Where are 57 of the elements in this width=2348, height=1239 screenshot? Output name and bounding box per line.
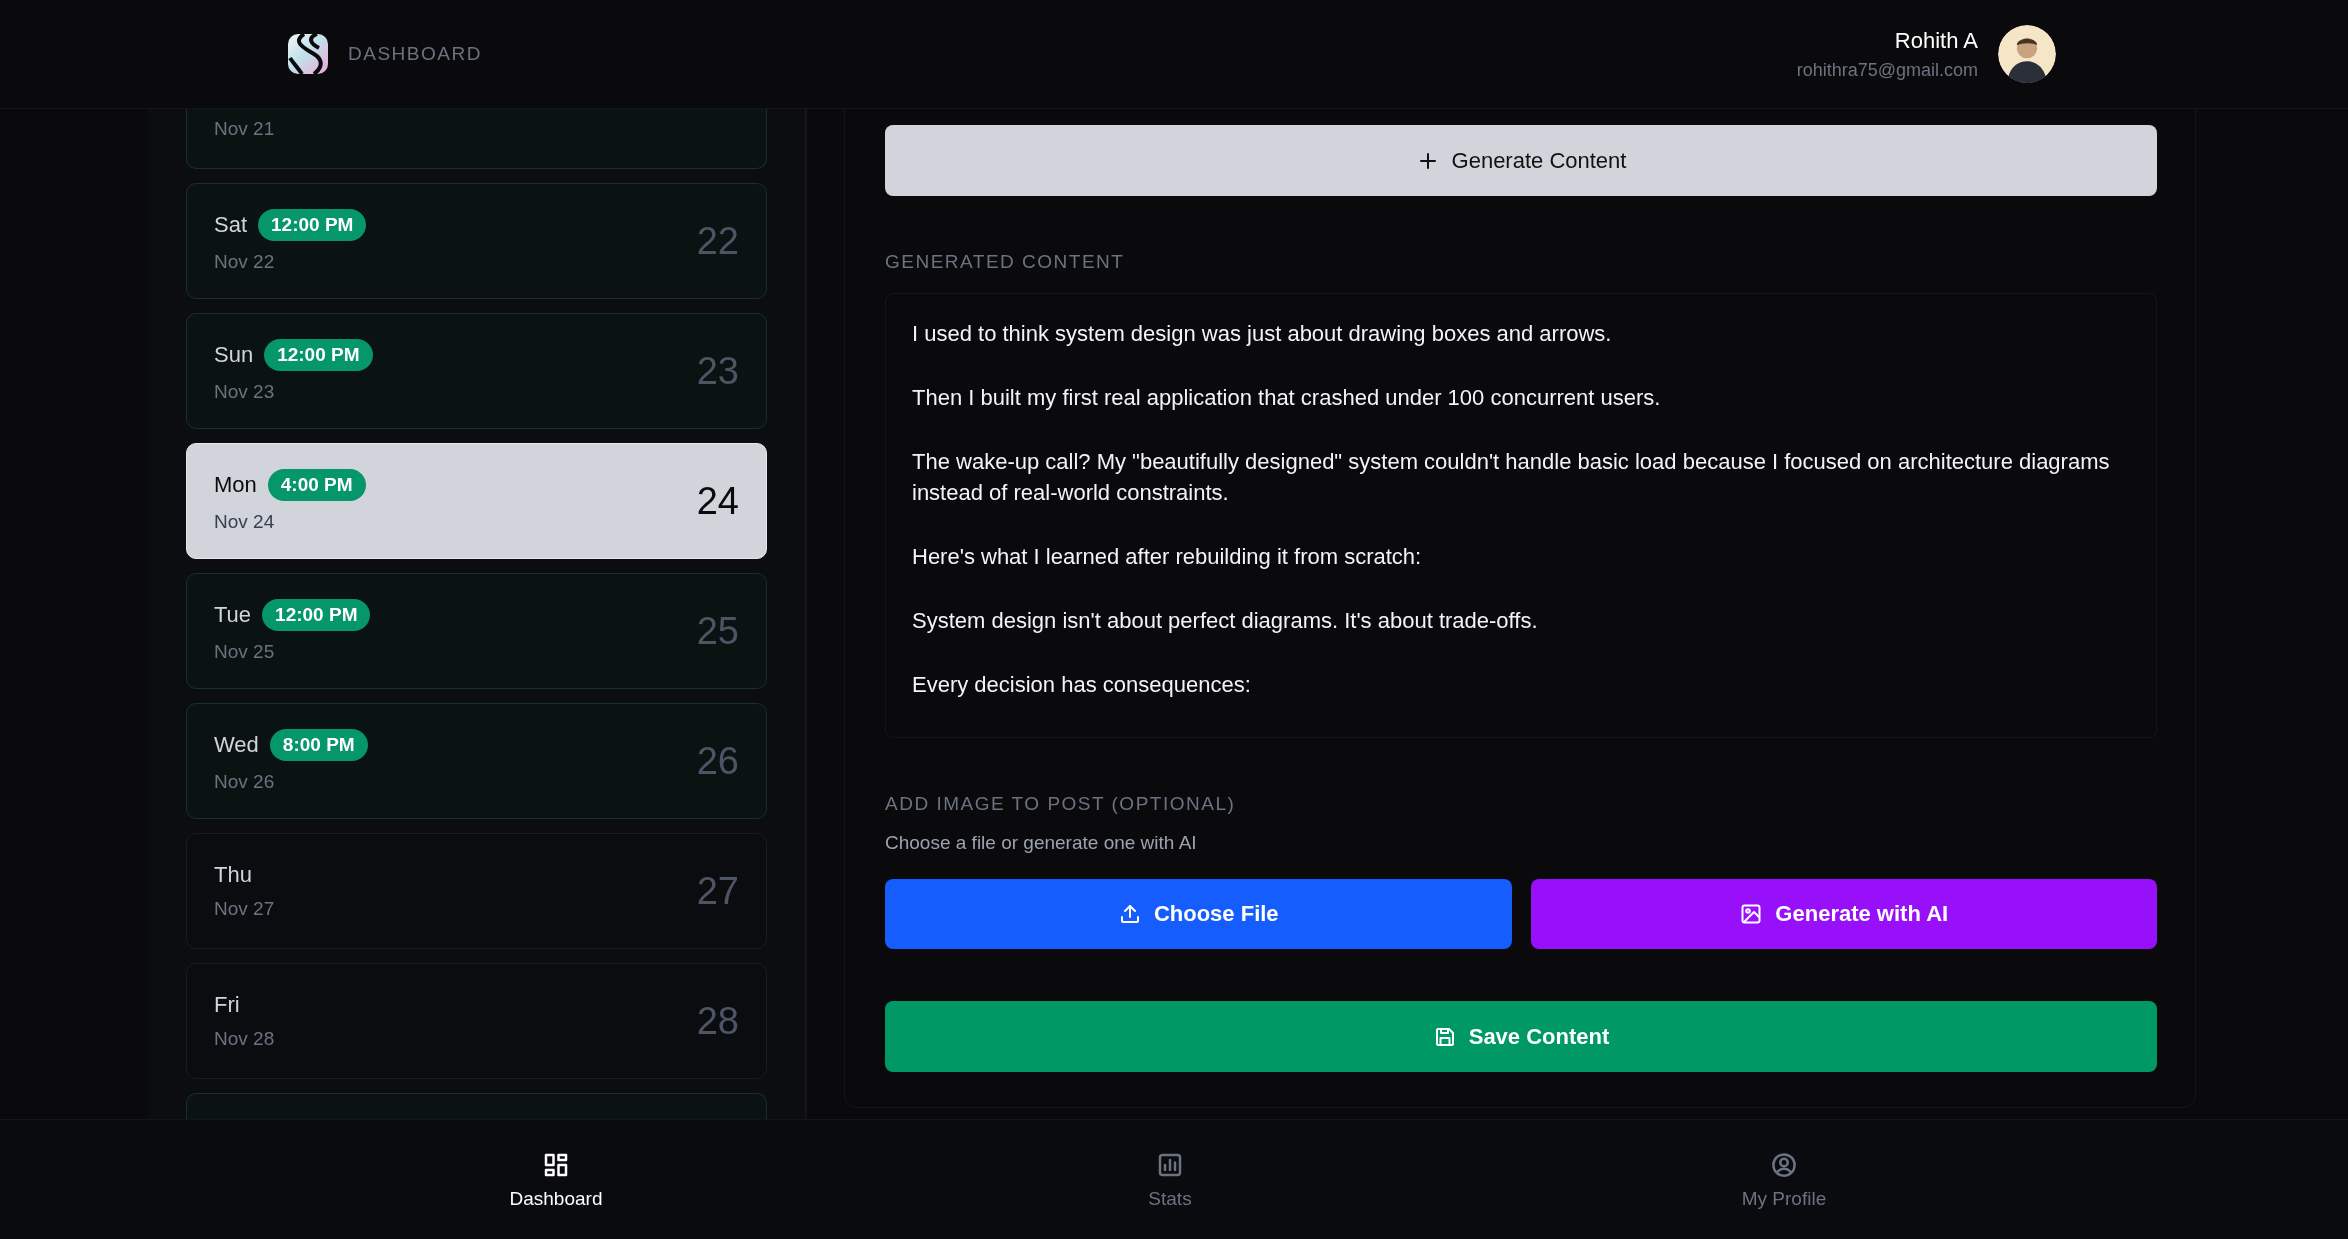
time-badge: 8:00 PM xyxy=(269,729,368,761)
paragraph: System design isn't about perfect diagrams. It's about trade-offs. xyxy=(912,607,1539,635)
generate-with-ai-button[interactable]: Generate with AI xyxy=(1530,879,2157,949)
weekday: Sun xyxy=(214,342,254,368)
nav-tab[interactable]: My Profile xyxy=(1741,1149,1827,1210)
nav-tab[interactable]: Stats xyxy=(1148,1149,1192,1210)
weekday: Tue xyxy=(214,602,252,628)
day-card[interactable]: Sat 12:00 PM Nov 22 22 xyxy=(186,183,767,299)
weekday: Mon xyxy=(214,472,257,498)
date-label: Nov 24 xyxy=(214,511,276,533)
date-label: Nov 27 xyxy=(214,898,275,920)
day-number: 25 xyxy=(696,609,739,653)
day-number: 27 xyxy=(696,869,739,913)
time-badge: 4:00 PM xyxy=(267,469,366,501)
date-label: Nov 21 xyxy=(214,118,275,140)
paragraph: Every decision has consequences: xyxy=(912,671,1252,699)
paragraph: I used to think system design was just about drawing boxes and arrows. xyxy=(912,320,1613,348)
weekday: Thu xyxy=(214,862,252,888)
day-card[interactable]: Mon 4:00 PM Nov 24 24 xyxy=(186,443,767,559)
date-label: Nov 25 xyxy=(214,641,276,663)
app-title: DASHBOARD xyxy=(348,43,482,65)
day-number: 26 xyxy=(696,739,739,783)
weekday: Wed xyxy=(214,732,259,758)
image-icon xyxy=(1739,902,1764,926)
save-content-button[interactable]: Save Content xyxy=(885,1001,2157,1072)
section-label: GENERATED CONTENT xyxy=(885,251,1126,273)
day-card[interactable]: Thu Nov 27 27 xyxy=(186,833,767,949)
date-label: Nov 26 xyxy=(214,771,276,793)
weekday: Sat xyxy=(214,212,248,238)
day-card[interactable]: Wed 8:00 PM Nov 26 26 xyxy=(186,703,767,819)
day-card[interactable]: Fri Nov 28 28 xyxy=(186,963,767,1079)
day-number: 24 xyxy=(696,479,739,523)
avatar[interactable] xyxy=(1998,25,2056,83)
date-label: Nov 22 xyxy=(214,251,276,273)
section-label: ADD IMAGE TO POST (OPTIONAL) xyxy=(885,793,1237,815)
date-label: Nov 28 xyxy=(214,1028,275,1050)
date-label: Nov 23 xyxy=(214,381,276,403)
nav-tab[interactable]: Dashboard xyxy=(509,1149,603,1210)
weekday: Fri xyxy=(214,992,240,1018)
logo-icon xyxy=(288,34,328,74)
user-email: rohithra75@gmail.com xyxy=(1796,59,1978,81)
generate-content-button[interactable]: Generate Content xyxy=(885,125,2157,196)
time-badge: 12:00 PM xyxy=(264,339,373,371)
paragraph: Then I built my first real application that crashed under 100 concurrent users. xyxy=(912,384,1662,412)
hint-text: Choose a file or generate one with AI xyxy=(885,832,1198,854)
time-badge: 12:00 PM xyxy=(258,209,367,241)
choose-file-button[interactable]: Choose File xyxy=(885,879,1512,949)
paragraph: The wake-up call? My "beautifully designed" system couldn't handle basic load because I focused on architecture diagrams instead of real-world constraints. xyxy=(912,448,2111,507)
time-badge: 12:00 PM xyxy=(262,599,371,631)
paragraph: Here's what I learned after rebuilding it from scratch: xyxy=(912,543,1423,571)
day-card[interactable]: Nov 21 xyxy=(186,108,767,169)
day-card[interactable]: Sun 12:00 PM Nov 23 23 xyxy=(186,313,767,429)
day-card[interactable]: Tue 12:00 PM Nov 25 25 xyxy=(186,573,767,689)
day-number: 23 xyxy=(696,349,739,393)
day-number: 22 xyxy=(696,219,739,263)
user-name: Rohith A xyxy=(1893,27,1978,54)
day-number: 28 xyxy=(696,999,739,1043)
